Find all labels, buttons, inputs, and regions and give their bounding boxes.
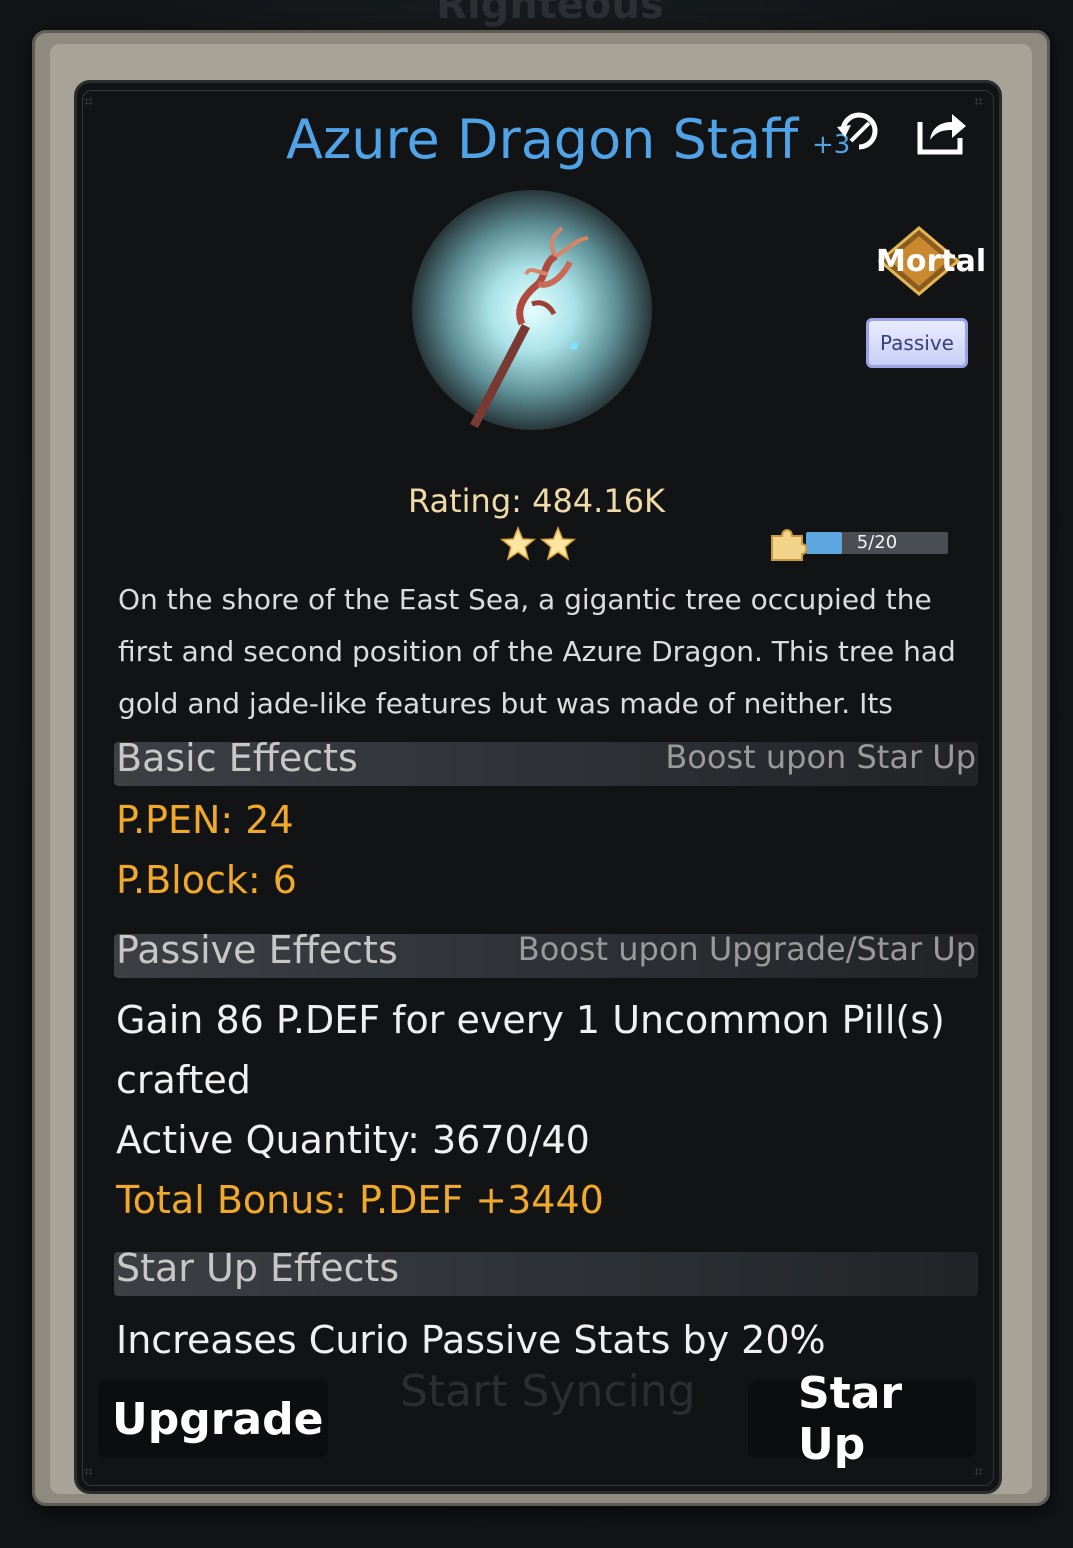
- basic-effects-header: Basic Effects Boost upon Star Up: [114, 736, 978, 786]
- share-icon[interactable]: [910, 102, 970, 162]
- item-description: On the shore of the East Sea, a gigantic…: [118, 583, 956, 720]
- corner-ornament-tr: ⌗: [974, 92, 984, 111]
- star-up-button-label: Star Up: [798, 1368, 903, 1470]
- active-quantity: Active Quantity: 3670/40: [116, 1118, 590, 1162]
- star-rating: [500, 526, 576, 561]
- background-start-syncing: Start Syncing: [400, 1366, 696, 1417]
- item-name: Azure Dragon Staff: [286, 108, 799, 171]
- basic-effects-hint: Boost upon Star Up: [665, 738, 976, 776]
- staff-icon: [470, 226, 589, 428]
- shard-progress-text: 5/20: [856, 532, 898, 553]
- shard-progress: 5/20: [768, 524, 952, 562]
- star-icon: [500, 526, 536, 561]
- passive-effect-line2: crafted: [116, 1058, 251, 1102]
- type-badge: Passive: [866, 318, 968, 368]
- star-up-effects-title: Star Up Effects: [116, 1246, 400, 1290]
- rarity-badge: Mortal: [876, 226, 987, 296]
- basic-stat-pblock: P.Block: 6: [116, 858, 297, 902]
- item-rating: Rating: 484.16K: [407, 482, 666, 520]
- star-up-effects-header: Star Up Effects: [114, 1246, 978, 1296]
- star-up-effect-line: Increases Curio Passive Stats by 20%: [116, 1318, 826, 1362]
- passive-effects-hint: Boost upon Upgrade/Star Up: [517, 930, 976, 968]
- basic-effects-title: Basic Effects: [116, 736, 358, 780]
- passive-effects-header: Passive Effects Boost upon Upgrade/Star …: [114, 928, 978, 978]
- passive-effect-line1: Gain 86 P.DEF for every 1 Uncommon Pill(…: [116, 998, 945, 1042]
- star-icon: [540, 526, 576, 561]
- corner-ornament-br: ⌗: [974, 1462, 984, 1481]
- corner-ornament-tl: ⌗: [84, 92, 94, 111]
- star-up-button[interactable]: Star Up: [748, 1368, 976, 1470]
- background-window-title: Righteous Treasure: [436, 0, 664, 74]
- refresh-icon[interactable]: [828, 100, 888, 160]
- puzzle-shard-icon: [771, 529, 808, 561]
- basic-stat-ppen: P.PEN: 24: [116, 798, 294, 842]
- passive-effects-title: Passive Effects: [116, 928, 398, 972]
- corner-ornament-bl: ⌗: [84, 1462, 94, 1481]
- rarity-badge-label: Mortal: [876, 244, 987, 279]
- upgrade-button-label: Upgrade: [112, 1393, 324, 1445]
- total-bonus: Total Bonus: P.DEF +3440: [116, 1178, 604, 1222]
- type-badge-label: Passive: [880, 331, 954, 355]
- upgrade-button[interactable]: Upgrade: [98, 1380, 328, 1458]
